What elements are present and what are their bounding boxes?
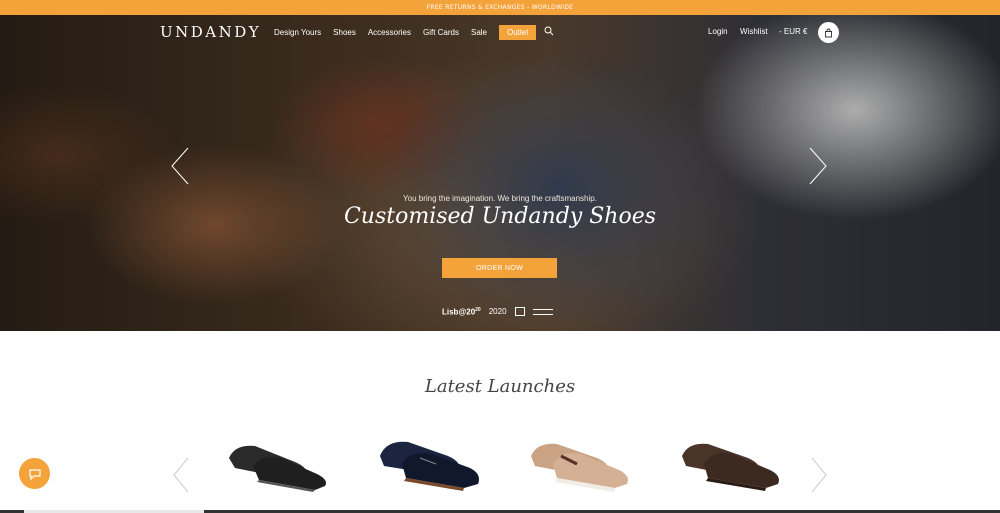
lisboa-logo: Lisb@2020 [442,307,481,317]
promo-text: FREE RETURNS & EXCHANGES - WORLDWIDE [426,4,574,11]
hero-next-arrow[interactable] [808,146,828,186]
hero-prev-arrow[interactable] [170,146,190,186]
nav-outlet[interactable]: Outlet [499,25,537,40]
partner-logos: Lisb@2020 2020 [442,307,553,317]
promo-bar: FREE RETURNS & EXCHANGES - WORLDWIDE [0,0,1000,15]
currency-selector[interactable]: - EUR € [779,27,807,36]
brogue-shoe-image[interactable] [678,428,783,498]
site-logo[interactable]: UNDANDY [160,23,261,41]
monk-sneaker-image[interactable] [527,428,632,498]
nav-sale[interactable]: Sale [471,28,487,37]
cart-button[interactable] [818,22,839,43]
main-nav: Design Yours Shoes Accessories Gift Card… [274,25,537,40]
oxford-shoe-image[interactable] [376,428,481,498]
search-icon[interactable] [544,26,554,36]
product-carousel [225,428,783,498]
login-link[interactable]: Login [708,27,728,36]
program-logo [532,308,553,315]
order-now-button[interactable]: ORDER NOW [442,258,557,278]
latest-launches-title: Latest Launches [424,376,576,397]
products-prev-arrow[interactable] [172,456,190,494]
nav-gift-cards[interactable]: Gift Cards [423,28,459,37]
bag-icon [825,28,832,37]
nav-design-yours[interactable]: Design Yours [274,28,321,37]
products-next-arrow[interactable] [810,456,828,494]
chat-button[interactable] [19,458,50,489]
hero-tagline: You bring the imagination. We bring the … [403,194,597,203]
ffl-logo: 2020 [488,307,507,317]
nav-shoes[interactable]: Shoes [333,28,356,37]
loafer-shoe-image[interactable] [225,428,330,498]
eu-logo [514,307,525,317]
hero-banner: UNDANDY Design Yours Shoes Accessories G… [0,15,1000,331]
nav-accessories[interactable]: Accessories [368,28,411,37]
wishlist-link[interactable]: Wishlist [740,27,768,36]
hero-title: Customised Undandy Shoes [343,204,657,229]
chat-icon [28,468,41,480]
